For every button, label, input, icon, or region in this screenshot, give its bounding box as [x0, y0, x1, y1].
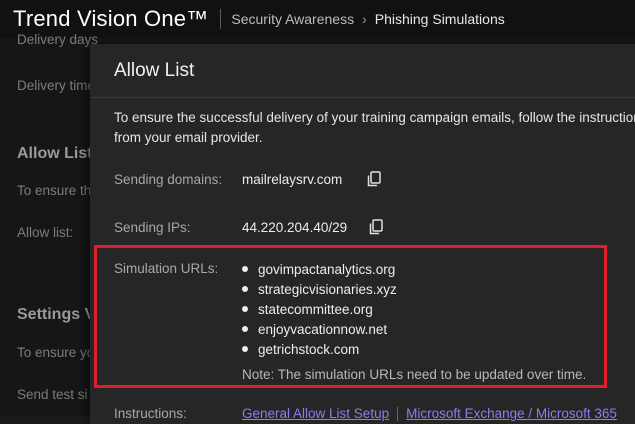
panel-title: Allow List [114, 60, 195, 81]
allow-list-panel: Allow List To ensure the successful deli… [90, 44, 635, 424]
bullet-icon [242, 346, 248, 353]
bullet-icon [242, 266, 248, 273]
sending-ips-label: Sending IPs: [114, 220, 191, 235]
list-item: govimpactanalytics.org [242, 260, 397, 280]
simulation-urls-label: Simulation URLs: [114, 261, 219, 276]
sending-domains-value: mailrelaysrv.com [242, 172, 343, 187]
simulation-urls-note: Note: The simulation URLs need to be upd… [242, 367, 587, 382]
title-divider [220, 9, 222, 29]
bg-delivery-time: Delivery time [17, 78, 96, 93]
breadcrumb-phishing-simulations: Phishing Simulations [374, 11, 505, 27]
bg-delivery-days: Delivery days [17, 32, 99, 47]
list-item: enjoyvacationnow.net [242, 320, 397, 340]
bg-send-test: Send test si [17, 387, 88, 402]
bg-settings-heading: Settings V [17, 306, 96, 323]
general-allow-list-setup-link[interactable]: General Allow List Setup [242, 406, 389, 421]
simulation-url: getrichstock.com [258, 342, 360, 357]
simulation-url-list: govimpactanalytics.org strategicvisionar… [242, 260, 397, 360]
copy-domains-icon[interactable] [365, 170, 383, 188]
bg-allow-list-label: Allow list: [17, 225, 74, 240]
sending-ips-value: 44.220.204.40/29 [242, 220, 348, 235]
intro-text: To ensure the successful delivery of you… [114, 110, 635, 145]
bg-allow-list-heading: Allow List [17, 145, 93, 162]
sending-domains-label: Sending domains: [114, 172, 223, 187]
simulation-url: strategicvisionaries.xyz [258, 282, 397, 297]
microsoft-exchange-link[interactable]: Microsoft Exchange / Microsoft 365 [406, 406, 617, 421]
list-item: getrichstock.com [242, 340, 397, 360]
link-divider [397, 407, 399, 422]
list-item: strategicvisionaries.xyz [242, 280, 397, 300]
bg-to-ensure-2: To ensure yo [17, 345, 95, 360]
bullet-icon [242, 326, 248, 333]
copy-ips-icon[interactable] [367, 218, 385, 236]
bullet-icon [242, 306, 248, 313]
simulation-url: govimpactanalytics.org [258, 262, 396, 277]
bullet-icon [242, 286, 248, 293]
simulation-url: statecommittee.org [258, 302, 373, 317]
panel-header: Allow List [90, 44, 635, 98]
list-item: statecommittee.org [242, 300, 397, 320]
instructions-label: Instructions: [114, 406, 187, 421]
simulation-url: enjoyvacationnow.net [258, 322, 388, 337]
instructions-links: General Allow List Setup Microsoft Exchan… [242, 406, 617, 422]
app-title: Trend Vision One™ [13, 6, 209, 31]
bg-to-ensure: To ensure the [17, 183, 99, 198]
breadcrumb-security-awareness[interactable]: Security Awareness [231, 11, 354, 27]
breadcrumb-separator-icon: › [362, 11, 367, 27]
